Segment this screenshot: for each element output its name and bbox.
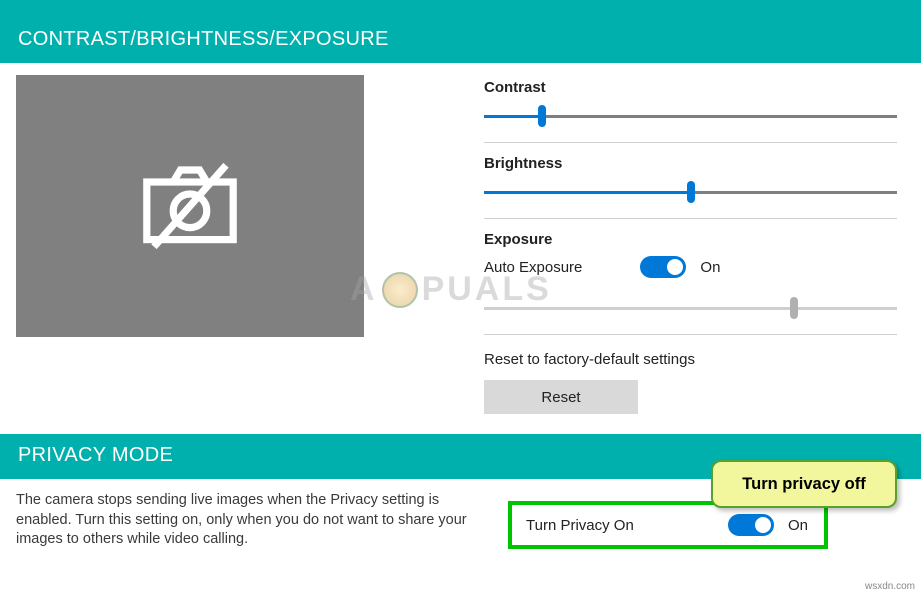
privacy-toggle-state: On [788, 517, 808, 534]
source-credit: wsxdn.com [865, 581, 915, 592]
contrast-label: Contrast [484, 79, 897, 96]
reset-section: Reset to factory-default settings Reset [484, 347, 897, 414]
privacy-description: The camera stops sending live images whe… [16, 491, 476, 550]
exposure-label: Exposure [484, 231, 897, 248]
brightness-slider[interactable] [484, 180, 897, 204]
auto-exposure-state: On [700, 259, 720, 276]
exposure-slider [484, 296, 897, 320]
brightness-group: Brightness [484, 155, 897, 219]
exposure-group: Exposure Auto Exposure On [484, 231, 897, 335]
reset-text: Reset to factory-default settings [484, 351, 897, 368]
camera-preview [16, 75, 364, 337]
auto-exposure-toggle[interactable] [640, 256, 686, 278]
brightness-label: Brightness [484, 155, 897, 172]
contrast-section-body: Contrast Brightness Exposure Auto Exposu… [0, 63, 921, 414]
reset-button[interactable]: Reset [484, 380, 638, 414]
annotation-callout: Turn privacy off [711, 460, 897, 508]
section-header-contrast: CONTRAST/BRIGHTNESS/EXPOSURE [0, 18, 921, 63]
no-camera-icon [130, 146, 250, 266]
contrast-slider[interactable] [484, 104, 897, 128]
privacy-toggle[interactable] [728, 514, 774, 536]
top-accent-bar [0, 0, 921, 18]
auto-exposure-label: Auto Exposure [484, 259, 582, 276]
privacy-toggle-highlight: Turn Privacy On On [508, 501, 828, 549]
privacy-toggle-label: Turn Privacy On [526, 517, 634, 534]
contrast-group: Contrast [484, 79, 897, 143]
controls-column: Contrast Brightness Exposure Auto Exposu… [484, 75, 905, 414]
